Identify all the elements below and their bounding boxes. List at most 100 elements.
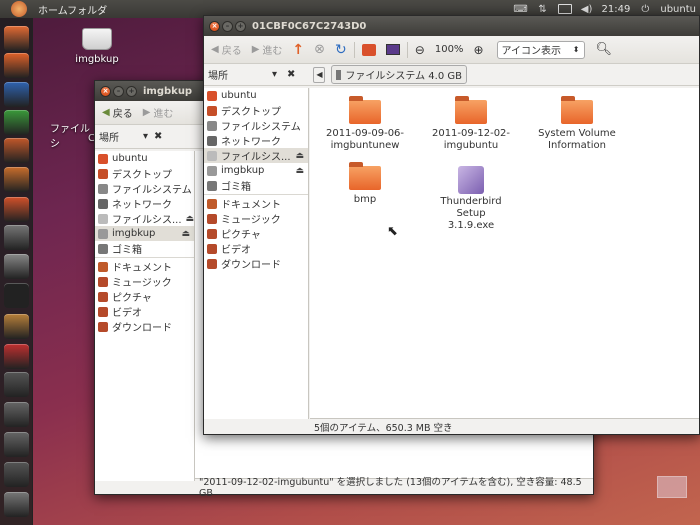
sidebar-item[interactable]: ファイルシス... ⏏ [204,148,308,163]
file-item[interactable]: 2011-09-09-06- imgbuntunew [320,96,410,152]
sidebar-item[interactable]: imgbkup ⏏ [204,163,308,178]
sidebar-item[interactable]: ダウンロード [95,319,194,334]
place-icon [207,165,217,176]
drive-launcher-icon[interactable] [4,492,29,517]
home-button[interactable] [359,41,379,59]
text-editor-launcher-icon[interactable] [4,254,29,279]
executable-icon [458,166,484,194]
close-sidebar-icon[interactable]: ✖ [287,69,295,80]
calc-launcher-icon[interactable] [4,110,29,135]
file-item[interactable]: System Volume Information [532,96,622,152]
sidebar-item[interactable]: ドキュメント [204,196,308,211]
sidebar-item[interactable]: ubuntu [95,151,194,166]
sidebar-item[interactable]: ファイルシステム [204,118,308,133]
file-name-line: imgbuntunew [330,140,400,151]
bfb-icon[interactable] [11,1,27,17]
back-button[interactable]: ◀ 戻る [208,41,245,59]
software-center-launcher-icon[interactable] [4,167,29,192]
home-folder-launcher-icon[interactable] [4,26,29,51]
sidebar-item-label: ミュージック [221,215,281,226]
mail-icon[interactable] [557,4,572,14]
titlebar[interactable]: × – + 01CBF0C67C2743D0 [204,16,699,36]
places-dropdown-icon[interactable]: ▾ [272,69,277,80]
eject-icon[interactable]: ⏏ [295,151,304,161]
eject-icon[interactable]: ⏏ [181,229,190,239]
sidebar-item[interactable]: ビデオ [204,241,308,256]
terminal-launcher-icon[interactable] [4,283,29,308]
sidebar-item[interactable]: デスクトップ [95,166,194,181]
eject-icon[interactable]: ⏏ [295,166,304,176]
tools-launcher-icon[interactable] [4,314,29,339]
sidebar-item[interactable]: ピクチャ [204,226,308,241]
zoom-level[interactable]: 100% [432,41,467,59]
sidebar-item[interactable]: ネットワーク [204,133,308,148]
path-back-button[interactable]: ◀ [313,66,326,83]
keyboard-icon[interactable]: ⌨ [513,3,527,15]
sidebar-item[interactable]: ビデオ [95,304,194,319]
sidebar-item[interactable]: ubuntu [204,88,308,103]
disc-launcher-icon[interactable] [4,402,29,427]
sidebar-item-label: ダウンロード [112,323,172,334]
place-icon [98,243,108,254]
files-window[interactable]: × – + 01CBF0C67C2743D0 ◀ 戻る ▶ 進む ↑ ⊗ ↻ ⊖ 1… [203,15,700,435]
clock[interactable]: 21:49 [602,4,631,15]
usb-launcher-icon[interactable] [4,462,29,487]
sidebar-item[interactable]: ドキュメント [95,259,194,274]
sidebar-item[interactable]: ネットワーク [95,196,194,211]
writer-launcher-icon[interactable] [4,82,29,107]
file-item[interactable]: Thunderbird Setup 3.1.9.exe [426,166,516,232]
zoom-out-button[interactable]: ⊖ [412,41,428,59]
place-icon [98,261,108,272]
eject-icon[interactable]: ⏏ [186,214,194,224]
minimize-icon[interactable]: – [222,20,233,32]
firefox-launcher-icon[interactable] [4,53,29,78]
folder-icon [561,96,593,124]
file-item[interactable]: 2011-09-12-02- imgubuntu [426,96,516,152]
back-button[interactable]: ◀ 戻る [99,104,136,122]
up-button[interactable]: ↑ [289,41,307,59]
close-sidebar-icon[interactable]: ✖ [154,131,162,142]
camera-launcher-icon[interactable] [4,225,29,250]
sidebar-item[interactable]: ゴミ箱 [204,178,308,193]
file-item[interactable]: bmp [320,162,410,206]
reload-button[interactable]: ↻ [332,41,350,59]
window-launcher-icon[interactable] [4,372,29,397]
sidebar-item[interactable]: デスクトップ [204,103,308,118]
sidebar-item[interactable]: ファイルシス... ⏏ [95,211,194,226]
back-status-text: "2011-09-12-02-imgubuntu" を選択しました (13個のア… [199,477,582,499]
close-icon[interactable]: × [209,20,220,32]
place-icon [207,90,217,101]
sidebar-item[interactable]: ファイルシステム [95,181,194,196]
workspace-tile[interactable] [657,476,687,498]
close-icon[interactable]: × [100,85,111,97]
maximize-icon[interactable]: + [126,85,137,97]
computer-button[interactable] [383,41,403,59]
power-icon[interactable]: ⏻ [638,3,652,15]
sidebar-item[interactable]: ダウンロード [204,256,308,271]
disc2-launcher-icon[interactable] [4,432,29,457]
forward-button[interactable]: ▶ 進む [249,41,286,59]
forward-button[interactable]: ▶ 進む [140,104,177,122]
minimize-icon[interactable]: – [113,85,124,97]
places-dropdown-icon[interactable]: ▾ [143,131,148,142]
back-sidebar: ubuntu デスクトップ ファイルシステム ネットワーク ファイルシス... ⏏ imgb… [95,151,195,481]
colors-launcher-icon[interactable] [4,344,29,369]
view-mode-select[interactable]: アイコン表示 ⬍ [496,40,585,59]
maximize-icon[interactable]: + [235,20,246,32]
network-icon[interactable]: ⇅ [536,3,550,15]
sidebar-item[interactable]: imgbkup ⏏ [95,226,194,241]
user-menu[interactable]: ubuntu [660,4,696,15]
volume-icon[interactable]: ◀) [580,3,594,15]
search-button[interactable]: 🔍︎ [593,41,616,59]
ubuntu-one-launcher-icon[interactable] [4,197,29,222]
sidebar-item[interactable]: ピクチャ [95,289,194,304]
desktop-drive-icon[interactable]: imgbkup [72,28,122,65]
impress-launcher-icon[interactable] [4,138,29,163]
stop-button[interactable]: ⊗ [311,41,328,59]
sidebar-item[interactable]: ミュージック [95,274,194,289]
sidebar-item[interactable]: ミュージック [204,211,308,226]
zoom-in-button[interactable]: ⊕ [470,41,486,59]
sidebar-item[interactable]: ゴミ箱 [95,241,194,256]
file-name-line: 2011-09-12-02- [431,128,511,139]
path-button[interactable]: ファイルシステム 4.0 GB [331,65,467,84]
